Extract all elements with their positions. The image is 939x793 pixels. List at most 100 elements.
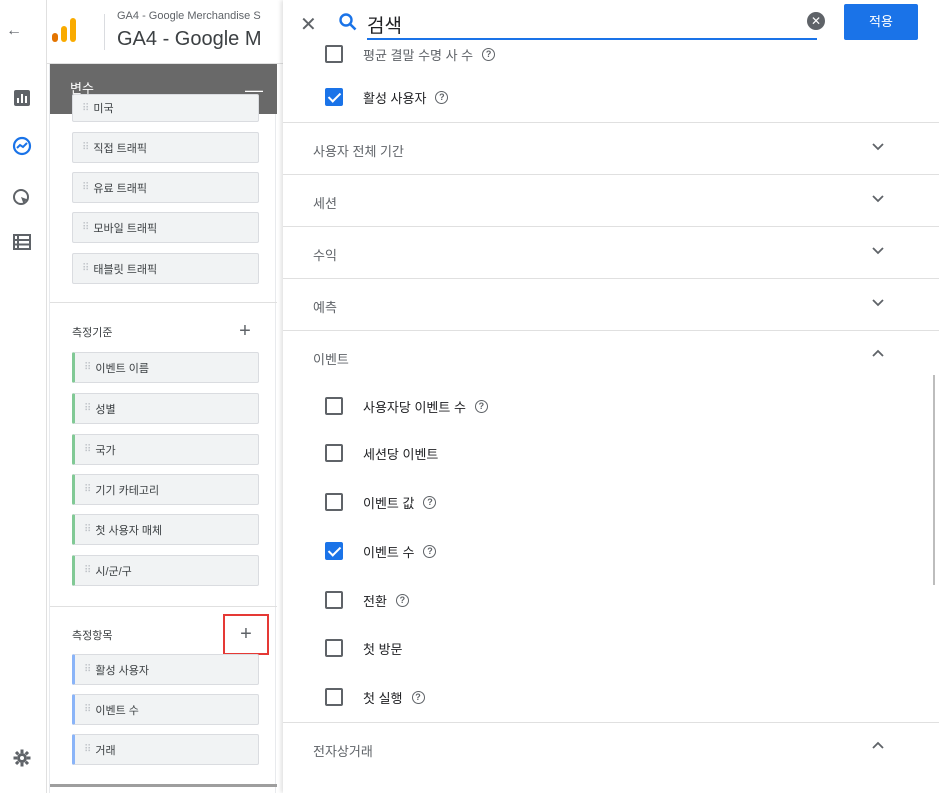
metric-option[interactable]: 첫 방문 bbox=[325, 634, 403, 662]
property-name[interactable]: GA4 - Google M bbox=[117, 28, 262, 51]
configure-list-icon[interactable] bbox=[12, 232, 32, 252]
drag-handle-icon[interactable]: ⠿ bbox=[82, 142, 89, 153]
metric-option[interactable]: 첫 실행 ? bbox=[325, 683, 425, 711]
panel-bottom-edge bbox=[50, 784, 277, 787]
category-label: 예측 bbox=[313, 300, 337, 315]
chip-label: 국가 bbox=[95, 444, 116, 457]
category-user-lifetime[interactable]: 사용자 전체 기간 bbox=[283, 122, 939, 174]
help-icon[interactable]: ? bbox=[474, 399, 488, 413]
category-revenue[interactable]: 수익 bbox=[283, 226, 939, 278]
segment-chip[interactable]: ⠿ 유료 트래픽 bbox=[72, 172, 259, 203]
help-icon[interactable]: ? bbox=[423, 544, 437, 558]
search-input[interactable]: 검색 bbox=[367, 9, 817, 40]
help-icon[interactable]: ? bbox=[411, 690, 425, 704]
checkbox[interactable] bbox=[325, 639, 343, 657]
dimension-chip[interactable]: ⠿ 기기 카테고리 bbox=[72, 474, 259, 505]
category-ecommerce[interactable]: 전자상거래 bbox=[283, 722, 939, 774]
option-label: 세션당 이벤트 bbox=[363, 446, 439, 462]
dimension-chip[interactable]: ⠿ 시/군/구 bbox=[72, 555, 259, 586]
close-icon[interactable]: ✕ bbox=[300, 12, 317, 37]
metric-option[interactable]: 이벤트 수 ? bbox=[325, 537, 437, 565]
property-breadcrumb[interactable]: GA4 - Google Merchandise S bbox=[117, 10, 261, 22]
clear-search-icon[interactable]: ✕ bbox=[807, 12, 825, 30]
metric-chip[interactable]: ⠿ 활성 사용자 bbox=[72, 654, 259, 685]
help-icon[interactable]: ? bbox=[435, 90, 449, 104]
help-icon[interactable]: ? bbox=[482, 47, 496, 61]
segment-chip[interactable]: ⠿ 태블릿 트래픽 bbox=[72, 253, 259, 284]
category-label: 이벤트 bbox=[313, 352, 349, 367]
analytics-logo-icon bbox=[52, 18, 76, 42]
category-label: 전자상거래 bbox=[313, 744, 373, 759]
chevron-down-icon bbox=[872, 247, 884, 255]
checkbox-checked[interactable] bbox=[325, 88, 343, 106]
drag-handle-icon[interactable]: ⠿ bbox=[82, 263, 89, 274]
drag-handle-icon[interactable]: ⠿ bbox=[84, 565, 91, 576]
checkbox[interactable] bbox=[325, 45, 343, 63]
metric-option[interactable]: 사용자당 이벤트 수 ? bbox=[325, 392, 488, 420]
dimension-chip[interactable]: ⠿ 이벤트 이름 bbox=[72, 352, 259, 383]
category-event[interactable]: 이벤트 bbox=[283, 330, 939, 382]
drag-handle-icon[interactable]: ⠿ bbox=[82, 182, 89, 193]
chevron-up-icon bbox=[872, 741, 884, 749]
dimension-chip[interactable]: ⠿ 국가 bbox=[72, 434, 259, 465]
drag-handle-icon[interactable]: ⠿ bbox=[82, 222, 89, 233]
category-label: 세션 bbox=[313, 196, 337, 211]
checkbox-checked[interactable] bbox=[325, 542, 343, 560]
scrollbar[interactable] bbox=[933, 375, 935, 585]
advertising-cursor-icon[interactable] bbox=[12, 188, 32, 208]
chip-label: 활성 사용자 bbox=[95, 664, 149, 677]
drag-handle-icon[interactable]: ⠿ bbox=[84, 744, 91, 755]
settings-gear-icon[interactable] bbox=[12, 748, 32, 768]
explore-icon[interactable] bbox=[12, 136, 32, 156]
drag-handle-icon[interactable]: ⠿ bbox=[82, 103, 89, 114]
drag-handle-icon[interactable]: ⠿ bbox=[84, 403, 91, 414]
drag-handle-icon[interactable]: ⠿ bbox=[84, 664, 91, 675]
chip-label: 이벤트 이름 bbox=[95, 362, 149, 375]
add-metric-plus-icon[interactable]: + bbox=[223, 614, 269, 655]
checkbox[interactable] bbox=[325, 688, 343, 706]
help-icon[interactable]: ? bbox=[423, 495, 437, 509]
section-divider bbox=[50, 302, 277, 303]
segment-chip[interactable]: ⠿ 직접 트래픽 bbox=[72, 132, 259, 163]
reports-bar-chart-icon[interactable] bbox=[12, 88, 32, 108]
checkbox[interactable] bbox=[325, 444, 343, 462]
category-label: 사용자 전체 기간 bbox=[313, 144, 404, 159]
option-label: 이벤트 수 bbox=[363, 544, 415, 560]
drag-handle-icon[interactable]: ⠿ bbox=[84, 704, 91, 715]
option-label: 활성 사용자 bbox=[363, 90, 427, 106]
metric-chip[interactable]: ⠿ 거래 bbox=[72, 734, 259, 765]
checkbox[interactable] bbox=[325, 591, 343, 609]
segment-chip[interactable]: ⠿ 모바일 트래픽 bbox=[72, 212, 259, 243]
help-icon[interactable]: ? bbox=[395, 593, 409, 607]
header-divider bbox=[104, 14, 105, 50]
chip-label: 시/군/구 bbox=[95, 565, 132, 578]
chip-label: 첫 사용자 매체 bbox=[95, 524, 163, 537]
drag-handle-icon[interactable]: ⠿ bbox=[84, 444, 91, 455]
dimension-chip[interactable]: ⠿ 성별 bbox=[72, 393, 259, 424]
metric-chip[interactable]: ⠿ 이벤트 수 bbox=[72, 694, 259, 725]
metric-option[interactable]: 활성 사용자 ? bbox=[325, 83, 449, 111]
metrics-label: 측정항목 bbox=[72, 630, 113, 642]
metric-option[interactable]: 전환 ? bbox=[325, 586, 409, 614]
chip-label: 거래 bbox=[95, 744, 116, 757]
metric-option[interactable]: 세션당 이벤트 bbox=[325, 439, 438, 467]
drag-handle-icon[interactable]: ⠿ bbox=[84, 484, 91, 495]
chip-label: 기기 카테고리 bbox=[95, 484, 160, 497]
metric-option[interactable]: 이벤트 값 ? bbox=[325, 488, 437, 516]
category-session[interactable]: 세션 bbox=[283, 174, 939, 226]
drag-handle-icon[interactable]: ⠿ bbox=[84, 362, 91, 373]
segment-chip[interactable]: ⠿ 미국 bbox=[72, 94, 259, 122]
checkbox[interactable] bbox=[325, 493, 343, 511]
checkbox[interactable] bbox=[325, 397, 343, 415]
apply-button[interactable]: 적용 bbox=[844, 4, 918, 40]
drag-handle-icon[interactable]: ⠿ bbox=[84, 524, 91, 535]
dimension-chip[interactable]: ⠿ 첫 사용자 매체 bbox=[72, 514, 259, 545]
metric-option-partial[interactable]: 평균 결말 수명 사 수 ? bbox=[325, 40, 496, 68]
back-arrow-icon[interactable]: ← bbox=[6, 22, 22, 40]
chip-label: 직접 트래픽 bbox=[93, 142, 147, 155]
add-dimension-plus-icon[interactable]: + bbox=[231, 317, 259, 345]
chevron-down-icon bbox=[872, 143, 884, 151]
chip-label: 모바일 트래픽 bbox=[93, 222, 158, 235]
category-predictive[interactable]: 예측 bbox=[283, 278, 939, 330]
chip-label: 미국 bbox=[93, 103, 114, 115]
